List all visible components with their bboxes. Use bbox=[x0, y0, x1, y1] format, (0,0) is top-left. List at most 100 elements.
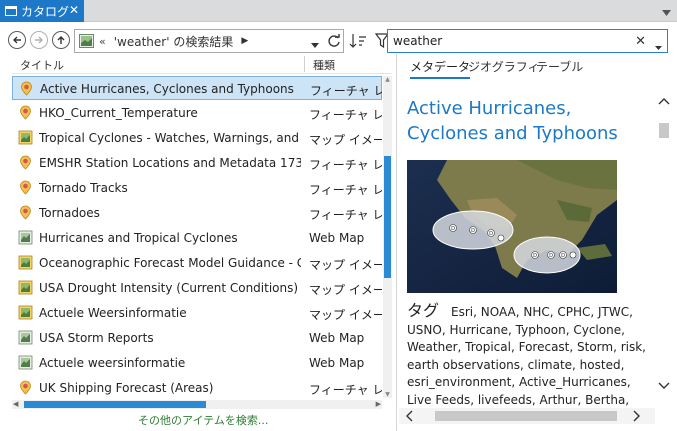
back-button[interactable] bbox=[8, 31, 26, 49]
close-tab-icon[interactable]: ✕ bbox=[69, 3, 79, 17]
item-name: Hurricanes and Tropical Cyclones bbox=[39, 231, 238, 245]
up-button[interactable] bbox=[52, 31, 70, 49]
item-name: UK Shipping Forecast (Areas) bbox=[39, 381, 214, 395]
chevron-up-icon[interactable] bbox=[657, 94, 671, 108]
forward-button[interactable] bbox=[30, 31, 48, 49]
scroll-left-icon[interactable]: ◀ bbox=[13, 400, 18, 408]
scroll-right-icon[interactable]: ▶ bbox=[376, 400, 381, 408]
detail-vertical-scrollbar[interactable] bbox=[657, 90, 671, 393]
search-input[interactable] bbox=[393, 34, 623, 48]
scroll-thumb[interactable] bbox=[24, 401, 206, 408]
item-type: マップ イメージ レイヤー bbox=[309, 283, 382, 297]
item-name: HKO_Current_Temperature bbox=[39, 106, 198, 120]
feature-layer-icon bbox=[18, 155, 33, 170]
tab-catalog[interactable]: カタログ ✕ bbox=[0, 0, 84, 22]
svg-text:D: D bbox=[549, 253, 553, 259]
map-image-layer-icon bbox=[18, 305, 33, 320]
svg-text:D: D bbox=[489, 231, 493, 237]
scroll-thumb[interactable] bbox=[384, 156, 391, 278]
map-image-layer-icon bbox=[18, 255, 33, 270]
chevron-down-icon[interactable] bbox=[655, 39, 662, 53]
pane-menu-icon[interactable] bbox=[662, 5, 671, 19]
list-item[interactable]: Tornado Tracks フィーチャ レイヤー bbox=[12, 176, 382, 200]
feature-layer-icon bbox=[18, 180, 33, 195]
item-type: フィーチャ レイヤー bbox=[309, 208, 382, 222]
svg-text:D: D bbox=[451, 226, 455, 232]
item-name: Oceanographic Forecast Model Guidance - … bbox=[39, 256, 301, 270]
web-map-icon bbox=[18, 230, 33, 245]
map-image-layer-icon bbox=[18, 130, 33, 145]
list-item[interactable]: Oceanographic Forecast Model Guidance - … bbox=[12, 251, 382, 275]
list-item[interactable]: UK Shipping Forecast (Areas) フィーチャ レイヤー bbox=[12, 376, 382, 400]
list-horizontal-scrollbar[interactable]: ◀ ▶ bbox=[12, 400, 382, 409]
list-item[interactable]: Actuele Weersinformatie マップ イメージ レイヤー bbox=[12, 301, 382, 325]
pane-splitter[interactable] bbox=[396, 54, 397, 431]
scroll-down-icon[interactable]: ▼ bbox=[383, 391, 392, 398]
item-type: Web Map bbox=[309, 356, 365, 370]
forward-arrow-icon bbox=[35, 36, 43, 44]
chevron-left-icon[interactable] bbox=[405, 410, 413, 425]
item-type: フィーチャ レイヤー bbox=[309, 183, 382, 197]
item-type: Web Map bbox=[309, 331, 365, 345]
tab-catalog-label: カタログ bbox=[21, 4, 70, 19]
clear-search-icon[interactable]: ✕ bbox=[635, 34, 646, 49]
catalog-icon bbox=[5, 6, 17, 16]
feature-layer-icon bbox=[18, 380, 33, 395]
item-thumbnail: D D D D D D bbox=[407, 160, 617, 293]
sort-button[interactable] bbox=[348, 31, 368, 51]
pane-tab-bar: カタログ ✕ bbox=[0, 0, 677, 22]
list-item[interactable]: Actuele weersinformatie Web Map bbox=[12, 351, 382, 375]
item-type: フィーチャ レイヤー bbox=[309, 108, 382, 122]
list-item[interactable]: USA Storm Reports Web Map bbox=[12, 326, 382, 350]
map-image-layer-icon bbox=[18, 280, 33, 295]
item-type: フィーチャ レイヤー bbox=[310, 84, 382, 98]
item-type: マップ イメージ レイヤー bbox=[309, 308, 382, 322]
search-more-items-link[interactable]: その他のアイテムを検索... bbox=[138, 412, 268, 428]
item-type: フィーチャ レイヤー bbox=[309, 158, 382, 172]
tab-metadata[interactable]: メタデータ bbox=[410, 58, 471, 79]
list-item[interactable]: Tropical Cyclones - Watches, Warnings, a… bbox=[12, 126, 382, 150]
web-map-icon bbox=[18, 355, 33, 370]
metadata-panel: Active Hurricanes, Cyclones and Typhoons bbox=[399, 90, 655, 411]
svg-text:D: D bbox=[471, 228, 475, 234]
item-type: フィーチャ レイヤー bbox=[309, 383, 382, 397]
breadcrumb-overflow-icon[interactable]: « bbox=[99, 35, 106, 48]
item-name: Active Hurricanes, Cyclones and Typhoons bbox=[40, 82, 294, 96]
item-type: マップ イメージ レイヤー bbox=[309, 133, 382, 147]
breadcrumb[interactable]: « 'weather' の検索結果 ▶ bbox=[74, 29, 325, 53]
list-vertical-scrollbar[interactable]: ▲ ▼ bbox=[383, 76, 392, 398]
tab-geography[interactable]: ジオグラフィ bbox=[468, 58, 540, 75]
tags-text: Esri, NOAA, NHC, CPHC, JTWC, USNO, Hurri… bbox=[407, 305, 646, 411]
chevron-down-icon[interactable] bbox=[657, 379, 671, 393]
list-item[interactable]: EMSHR Station Locations and Metadata 173… bbox=[12, 151, 382, 175]
refresh-button[interactable] bbox=[324, 29, 344, 53]
chevron-down-icon[interactable] bbox=[311, 37, 319, 51]
detail-horizontal-scrollbar[interactable] bbox=[399, 408, 655, 424]
back-arrow-icon bbox=[13, 36, 21, 44]
list-item-selected[interactable]: Active Hurricanes, Cyclones and Typhoons… bbox=[12, 76, 382, 100]
scroll-up-icon[interactable]: ▲ bbox=[383, 76, 392, 83]
item-name: Actuele weersinformatie bbox=[39, 356, 186, 370]
column-header-title[interactable]: タイトル bbox=[20, 57, 64, 73]
item-name: EMSHR Station Locations and Metadata 173… bbox=[39, 156, 301, 170]
column-header-type[interactable]: 種類 bbox=[313, 57, 335, 73]
item-name: Tornadoes bbox=[39, 206, 100, 220]
item-name: USA Storm Reports bbox=[39, 331, 154, 345]
refresh-icon bbox=[327, 34, 340, 47]
scroll-thumb[interactable] bbox=[659, 123, 669, 138]
tab-table[interactable]: テーブル bbox=[536, 58, 583, 75]
list-item[interactable]: USA Drought Intensity (Current Condition… bbox=[12, 276, 382, 300]
chevron-right-icon[interactable] bbox=[633, 410, 641, 425]
item-list: Active Hurricanes, Cyclones and Typhoons… bbox=[12, 76, 382, 400]
search-field[interactable]: ✕ bbox=[387, 29, 668, 53]
item-type: マップ イメージ レイヤー bbox=[309, 258, 382, 272]
breadcrumb-expand-icon[interactable]: ▶ bbox=[241, 36, 248, 46]
column-separator[interactable] bbox=[304, 56, 305, 72]
breadcrumb-current[interactable]: 'weather' の検索結果 bbox=[114, 33, 234, 50]
item-name: Tornado Tracks bbox=[39, 181, 128, 195]
list-item[interactable]: Hurricanes and Tropical Cyclones Web Map bbox=[12, 226, 382, 250]
scroll-thumb[interactable] bbox=[435, 411, 617, 421]
svg-text:D: D bbox=[561, 253, 565, 259]
list-item[interactable]: HKO_Current_Temperature フィーチャ レイヤー bbox=[12, 101, 382, 125]
list-item[interactable]: Tornadoes フィーチャ レイヤー bbox=[12, 201, 382, 225]
